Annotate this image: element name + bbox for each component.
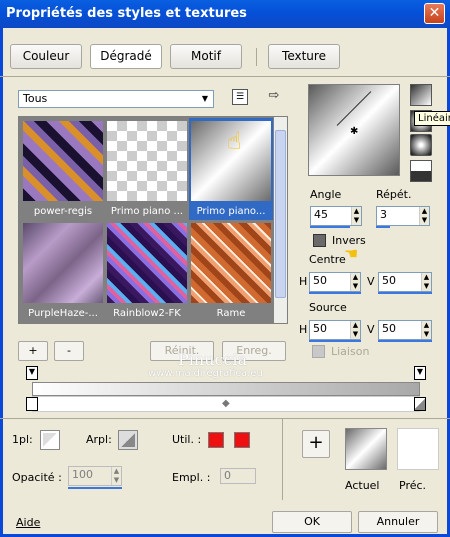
repeat-field[interactable]: 3 ▲ ▼ [376,206,430,226]
center-h-slider[interactable] [309,292,361,294]
color-stop-left[interactable] [26,397,38,411]
midpoint-marker-icon[interactable]: ◆ [222,398,230,409]
gradient-gallery: power-regis Primo piano ... ☝ Primo pian… [18,116,288,324]
gallery-label: Primo piano ... [110,206,184,217]
gallery-label: Rame [216,308,246,319]
invert-checkbox[interactable] [313,234,326,247]
tab-couleur[interactable]: Couleur [10,44,82,69]
chevron-down-icon: ▼ [201,94,209,103]
angle-label: Angle [310,188,342,201]
util-color-1[interactable] [208,432,224,448]
gallery-thumb-purplehaze[interactable] [23,223,103,303]
source-v-label: V [367,323,375,336]
gallery-label: Primo piano... [196,206,266,217]
source-h-slider[interactable] [309,340,361,342]
watermark-url: www.maidiregrafica.eu [148,368,263,379]
arpl-swatch[interactable] [118,430,138,450]
pl-swatch[interactable] [40,430,60,450]
previous-swatch[interactable] [397,428,439,470]
center-h-label: H [299,275,308,288]
arrow-right-icon[interactable]: ⇨ [266,89,282,105]
current-label: Actuel [345,479,380,492]
opacity-label: Opacité : [12,471,62,484]
divider [0,418,450,419]
cancel-button[interactable]: Annuler [358,511,438,533]
util-color-2[interactable] [234,432,250,448]
gallery-thumb-primo-piano-1[interactable] [107,121,187,201]
category-select[interactable]: Tous ▼ [18,90,214,108]
tab-divider [256,48,257,66]
gallery-label: Rainblow2-FK [113,308,181,319]
help-link[interactable]: Aide [16,516,40,529]
scrollbar-thumb[interactable] [275,130,286,298]
center-v-value: 50 [382,274,396,287]
repeat-slider[interactable] [376,226,390,228]
linear-type-button[interactable] [410,84,432,106]
add-to-swatches-button[interactable]: + [302,430,330,458]
link-checkbox[interactable] [312,345,325,358]
left-stop-marker-icon[interactable]: ▼ [26,366,38,380]
pl-label: 1pl: [12,433,33,446]
gallery-thumb-rame[interactable] [191,223,271,303]
radial-type-button[interactable] [410,134,432,156]
list-view-icon[interactable]: ☰ [232,89,248,105]
angle-slider[interactable] [310,226,350,228]
watermark-title: Pinuccia [178,350,248,369]
opacity-value: 100 [72,468,93,481]
center-label: Centre [309,253,346,266]
right-stop-marker-icon[interactable]: ▼ [414,366,426,380]
pointer-hand-icon: ☝ [227,127,242,155]
source-h-field[interactable]: 50 ▲ ▼ [309,320,361,340]
sunburst-type-button[interactable] [410,160,432,182]
current-swatch [345,428,387,470]
source-label: Source [309,301,347,314]
empl-label: Empl. : [172,471,211,484]
tab-degrade[interactable]: Dégradé [90,44,162,69]
repeat-value: 3 [380,208,387,221]
center-v-label: V [367,275,375,288]
empl-field[interactable]: 0 [220,468,256,484]
previous-label: Préc. [399,479,427,492]
source-v-slider[interactable] [378,340,432,342]
gallery-thumb-power-regis[interactable] [23,121,103,201]
divider [282,418,283,500]
ok-button[interactable]: OK [272,511,352,533]
source-v-field[interactable]: 50 ▲ ▼ [378,320,432,340]
category-value: Tous [23,92,48,105]
remove-gradient-button[interactable]: - [54,341,84,361]
divider [0,76,450,77]
opacity-field[interactable]: 100 ▲ ▼ [68,466,122,486]
tab-texture[interactable]: Texture [268,44,340,69]
window-title: Propriétés des styles et textures [0,0,450,28]
close-button[interactable]: ✕ [424,3,445,24]
pointer-hand-icon: ☚ [344,244,359,263]
link-label: Liaison [331,345,370,358]
arpl-label: Arpl: [86,433,112,446]
source-h-value: 50 [313,322,327,335]
type-tooltip: Linéair [414,111,450,126]
color-stop-right[interactable] [414,397,426,411]
repeat-label: Répét. [376,188,412,201]
gallery-label: PurpleHaze-... [28,308,98,319]
util-label: Util. : [172,433,202,446]
center-v-slider[interactable] [378,292,432,294]
gallery-label: power-regis [33,206,93,217]
add-gradient-button[interactable]: + [18,341,48,361]
center-marker-icon: ✱ [350,126,359,137]
source-v-value: 50 [382,322,396,335]
opacity-slider[interactable] [68,487,122,489]
center-v-field[interactable]: 50 ▲ ▼ [378,272,432,292]
gallery-thumb-rainblow2[interactable] [107,223,187,303]
center-h-value: 50 [313,274,327,287]
tab-motif[interactable]: Motif [170,44,242,69]
angle-value: 45 [314,208,328,221]
center-h-field[interactable]: 50 ▲ ▼ [309,272,361,292]
gradient-bar[interactable] [32,382,420,396]
source-h-label: H [299,323,308,336]
angle-field[interactable]: 45 ▲ ▼ [310,206,362,226]
